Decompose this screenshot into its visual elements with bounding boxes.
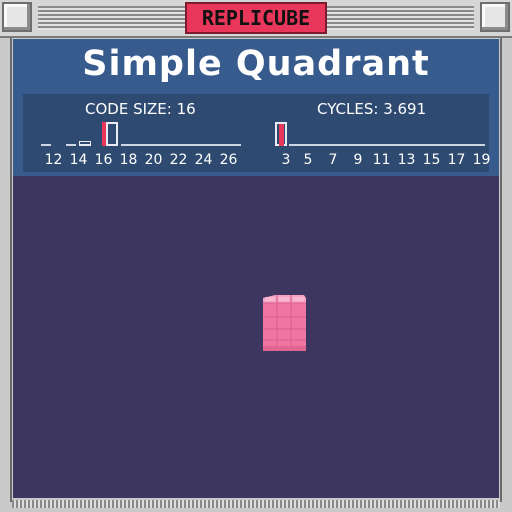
title-bar[interactable]: REPLICUBE xyxy=(0,0,512,38)
code-size-ticks: 12 14 16 18 20 22 24 26 xyxy=(41,152,241,168)
level-header: Simple Quadrant CODE SIZE: 16 12 14 16 1… xyxy=(13,39,499,176)
code-size-histogram xyxy=(41,118,241,146)
histogram-baseline xyxy=(289,144,485,146)
histogram-baseline xyxy=(121,144,241,146)
level-title: Simple Quadrant xyxy=(82,44,430,84)
stats-panel: CODE SIZE: 16 12 14 16 18 20 22 24 26 CY xyxy=(23,94,490,172)
tick-label: 11 xyxy=(372,152,391,168)
code-size-label: CODE SIZE: 16 xyxy=(85,100,196,118)
game-viewport[interactable]: Simple Quadrant CODE SIZE: 16 12 14 16 1… xyxy=(13,39,499,498)
tick-label: 16 xyxy=(94,152,113,168)
tick-label: 3 xyxy=(281,152,291,168)
tick-label: 20 xyxy=(144,152,163,168)
window-corner-left-icon[interactable] xyxy=(2,2,32,32)
tick-label: 7 xyxy=(328,152,338,168)
window-title: REPLICUBE xyxy=(185,2,327,34)
cycles-histogram xyxy=(275,118,485,146)
tick-label: 15 xyxy=(422,152,441,168)
tick-label: 26 xyxy=(219,152,238,168)
cycles-marker xyxy=(279,124,284,146)
tick-label: 14 xyxy=(69,152,88,168)
window-corner-right-icon[interactable] xyxy=(480,2,510,32)
cube-voxels xyxy=(263,295,306,351)
cycles-label: CYCLES: 3.691 xyxy=(317,100,427,118)
tick-label: 5 xyxy=(303,152,313,168)
pink-cube[interactable] xyxy=(262,295,306,352)
tick-label: 19 xyxy=(472,152,491,168)
histogram-bar xyxy=(41,144,51,146)
tick-label: 9 xyxy=(353,152,363,168)
cycles-ticks: 3 5 7 9 11 13 15 17 19 xyxy=(275,152,494,168)
tick-label: 22 xyxy=(169,152,188,168)
tick-label: 17 xyxy=(447,152,466,168)
tick-label: 24 xyxy=(194,152,213,168)
histogram-bar xyxy=(79,141,91,146)
tick-label: 18 xyxy=(119,152,138,168)
histogram-bar xyxy=(106,122,118,146)
bottom-border-stripes xyxy=(12,500,500,508)
tick-label: 12 xyxy=(44,152,63,168)
histogram-bar xyxy=(66,144,76,146)
tick-label: 13 xyxy=(397,152,416,168)
